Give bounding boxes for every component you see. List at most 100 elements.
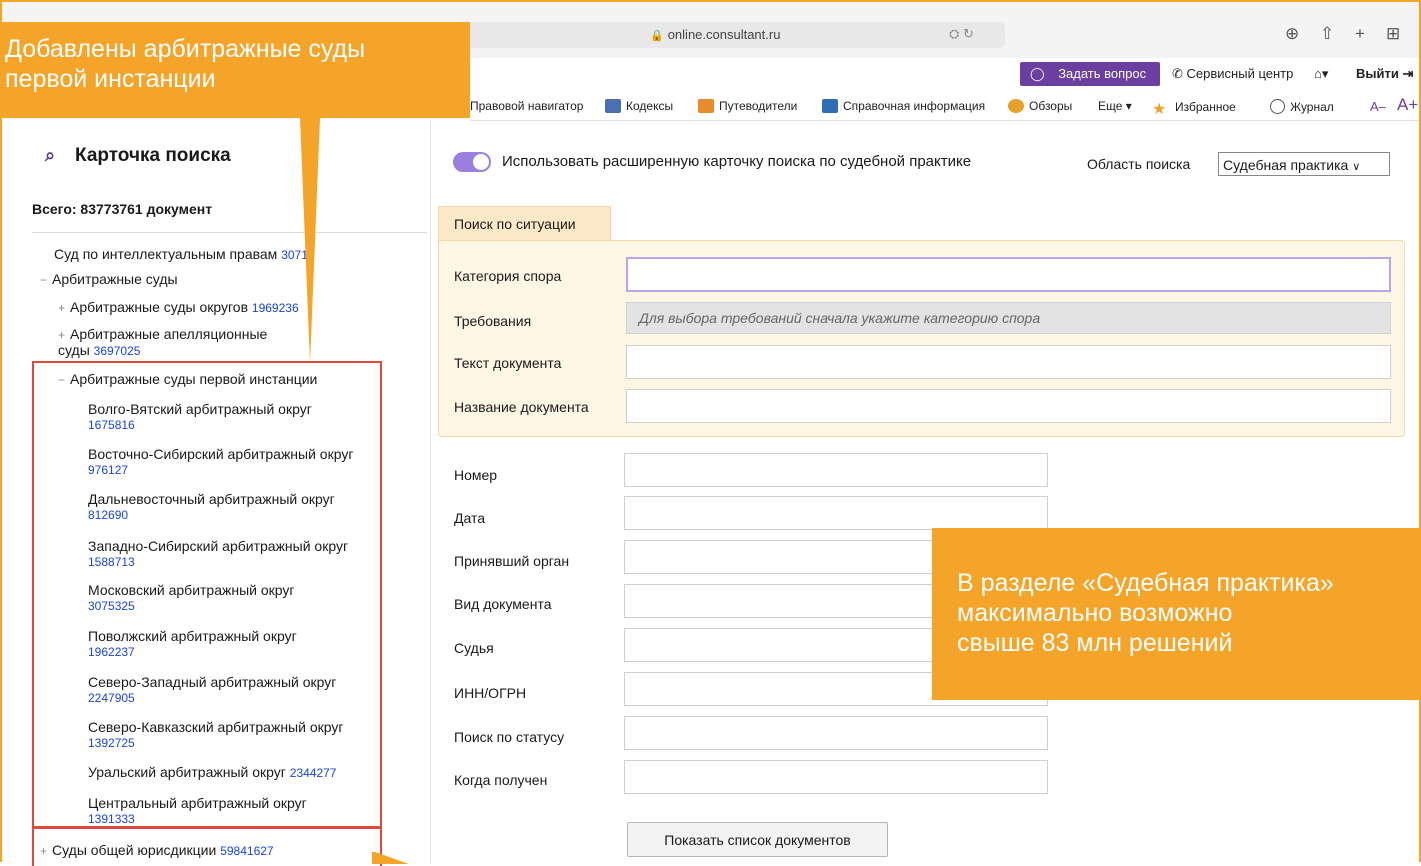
requirements-label: Требования (454, 313, 532, 329)
judge-label: Судья (454, 640, 494, 656)
tree-item-uralsky[interactable]: Уральский арбитражный округ 2344277 (88, 765, 378, 781)
pen-icon (1008, 99, 1024, 113)
callout-pointer-arrow-bottom (372, 852, 412, 864)
tree-count: 1962237 (88, 645, 135, 659)
callout-pointer-arrow (300, 118, 320, 363)
collapse-icon[interactable]: − (40, 273, 50, 288)
expand-icon[interactable]: + (58, 301, 68, 316)
tree-label: Центральный арбитражный округ (88, 795, 307, 811)
received-label: Когда получен (454, 772, 548, 788)
tree-count: 1588713 (88, 555, 135, 569)
show-documents-button[interactable]: Показать список документов (627, 822, 888, 857)
tree-label: Арбитражные суды (52, 271, 178, 287)
search-card-label: Карточка поиска (75, 145, 231, 166)
received-input[interactable] (624, 760, 1048, 794)
tree-count: 1392725 (88, 736, 135, 750)
ask-question-label: Задать вопрос (1058, 66, 1147, 81)
tree-item-district-courts[interactable]: + Арбитражные суды округов 1969236 (58, 300, 299, 316)
tree-label: Восточно-Сибирский арбитражный округ (88, 446, 354, 462)
expand-icon[interactable]: + (58, 328, 68, 343)
font-increase-button[interactable]: A+ (1397, 95, 1418, 115)
tree-label: Западно-Сибирский арбитражный округ (88, 538, 349, 554)
tree-item-moskovsky[interactable]: Московский арбитражный округ 3075325 (88, 583, 303, 614)
toolbar-reviews[interactable]: Обзоры (1008, 99, 1072, 113)
tabs-overview-icon[interactable]: ⊞ (1386, 24, 1400, 44)
toolbar-guides[interactable]: Путеводители (698, 99, 797, 113)
ask-question-button[interactable]: ◯ Задать вопрос (1020, 62, 1160, 86)
tree-item-volgo-vyatsky[interactable]: Волго-Вятский арбитражный округ 1675816 (88, 402, 318, 433)
tree-item-first-instance[interactable]: − Арбитражные суды первой инстанции (58, 372, 317, 388)
tree-label: Арбитражные апелляционные суды (58, 326, 268, 358)
share-icon[interactable]: ⇧ (1320, 24, 1334, 44)
collapse-icon[interactable]: − (58, 373, 68, 388)
tree-label: Дальневосточный арбитражный округ (88, 491, 335, 507)
tree-count: 2344277 (289, 766, 337, 780)
date-label: Дата (454, 510, 486, 526)
toolbar-codes[interactable]: Кодексы (605, 99, 673, 113)
toolbar-legal-navigator[interactable]: Правовой навигатор (470, 99, 583, 113)
tree-item-povolzhsky[interactable]: Поволжский арбитражный округ 1962237 (88, 629, 303, 660)
tree-item-dalnevostochny[interactable]: Дальневосточный арбитражный округ 812690 (88, 492, 338, 523)
toolbar-guides-label: Путеводители (719, 99, 798, 113)
new-tab-icon[interactable]: + (1355, 24, 1365, 44)
tree-item-zapadno-sibirsky[interactable]: Западно-Сибирский арбитражный округ 1588… (88, 539, 353, 570)
tree-item-arbitration[interactable]: − Арбитражные суды (40, 272, 178, 288)
callout-judicial-practice: В разделе «Судебная практика» максимальн… (932, 528, 1419, 700)
tree-item-ip-court[interactable]: Суд по интеллектуальным правам 30712 (54, 247, 315, 263)
codes-icon (605, 99, 621, 113)
tree-item-vostochno-sibirsky[interactable]: Восточно-Сибирский арбитражный округ 976… (88, 447, 358, 478)
tree-count: 3075325 (88, 599, 135, 613)
expand-icon[interactable]: + (40, 844, 50, 859)
toolbar-reference-label: Справочная информация (843, 99, 986, 113)
tree-label: Арбитражные суды первой инстанции (70, 371, 318, 387)
tab-situation-search[interactable]: Поиск по ситуации (438, 206, 611, 241)
service-center-link[interactable]: ✆ Сервисный центр (1172, 66, 1293, 82)
category-input[interactable] (626, 257, 1391, 292)
category-label: Категория спора (454, 268, 562, 284)
logout-label: Выйти (1356, 66, 1399, 81)
phone-icon: ✆ (1172, 66, 1183, 81)
signpost-icon (698, 99, 714, 113)
total-documents: Всего: 83773761 документ (32, 201, 213, 217)
toolbar-journal-label: Журнал (1290, 100, 1334, 114)
status-search-input[interactable] (624, 716, 1048, 750)
logout-link[interactable]: Выйти ⇥ (1356, 66, 1413, 82)
callout1-line1: Добавлены арбитражные суды (5, 35, 366, 63)
callout-first-instance: Добавлены арбитражные суды первой инстан… (2, 22, 470, 118)
font-decrease-button[interactable]: A– (1370, 99, 1386, 114)
search-card-title: ⌕ Карточка поиска (45, 145, 231, 167)
tree-item-severo-kavkazsky[interactable]: Северо-Кавказский арбитражный округ 1392… (88, 720, 358, 751)
number-input[interactable] (624, 453, 1048, 487)
extended-search-toggle[interactable] (453, 152, 491, 172)
tree-item-severo-zapadny[interactable]: Северо-Западный арбитражный округ 224790… (88, 675, 348, 706)
tree-item-tsentralny[interactable]: Центральный арбитражный округ 1391333 (88, 796, 318, 827)
translate-icon[interactable]: ⛭ ↻ (949, 26, 974, 42)
requirements-input: Для выбора требований сначала укажите ка… (626, 302, 1391, 334)
doc-text-input[interactable] (626, 345, 1391, 379)
toolbar-favorites[interactable]: ★ Избранное (1152, 99, 1236, 118)
tree-item-general-jurisdiction[interactable]: + Суды общей юрисдикции 59841627 (40, 843, 274, 859)
user-menu-icon[interactable]: ⌂▾ (1314, 66, 1328, 82)
search-icon: ⌕ (45, 145, 56, 165)
url-text: online.consultant.ru (667, 27, 781, 42)
download-icon[interactable]: ⊕ (1285, 24, 1299, 44)
toolbar-more[interactable]: Еще ▾ (1098, 99, 1132, 113)
lock-icon: 🔒 (650, 30, 664, 42)
doc-text-label: Текст документа (454, 355, 562, 371)
binders-icon (822, 99, 838, 113)
toolbar-legal-navigator-label: Правовой навигатор (470, 99, 584, 113)
tree-count: 59841627 (220, 844, 274, 858)
toolbar-journal[interactable]: Журнал (1270, 99, 1334, 114)
history-icon (1270, 99, 1285, 114)
callout2-line1: В разделе «Судебная практика» (957, 569, 1334, 597)
tree-item-appeal-courts[interactable]: + Арбитражные апелляционные суды 3697025 (58, 327, 298, 359)
body-label: Принявший орган (454, 553, 570, 569)
address-url[interactable]: 🔒 online.consultant.ru (650, 27, 780, 42)
date-input[interactable] (624, 496, 1048, 530)
search-area-select[interactable]: Судебная практика ∨ (1218, 152, 1390, 176)
tree-label: Волго-Вятский арбитражный округ (88, 401, 312, 417)
toolbar-reference[interactable]: Справочная информация (822, 99, 985, 113)
doc-name-input[interactable] (626, 389, 1391, 423)
tree-count: 3697025 (93, 344, 141, 358)
sidebar-divider (32, 232, 427, 233)
